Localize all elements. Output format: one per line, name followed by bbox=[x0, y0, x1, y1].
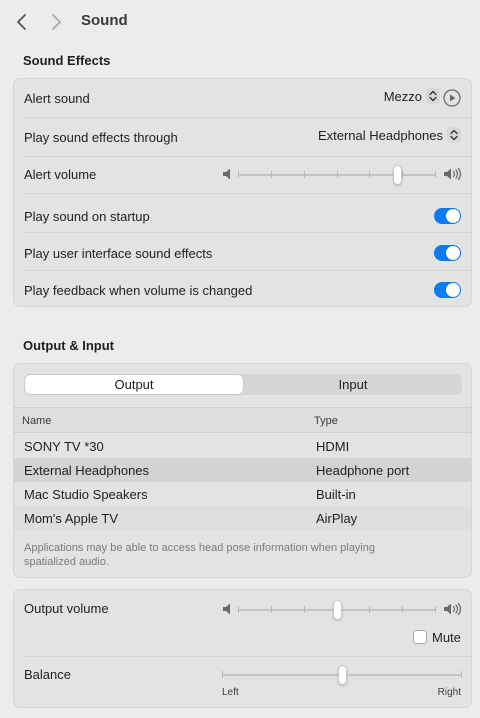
slider-thumb[interactable] bbox=[393, 165, 402, 185]
slider-tick bbox=[222, 671, 223, 678]
forward-button[interactable] bbox=[46, 11, 66, 33]
up-down-chevron-icon bbox=[447, 127, 461, 143]
slider-tick bbox=[238, 171, 239, 178]
table-row[interactable]: SONY TV *30 HDMI bbox=[14, 434, 471, 458]
mute-label: Mute bbox=[432, 630, 461, 645]
slider-tick bbox=[238, 606, 239, 613]
startup-label: Play sound on startup bbox=[24, 208, 150, 224]
device-type: AirPlay bbox=[316, 511, 358, 526]
spatial-audio-footnote: Applications may be able to access head … bbox=[24, 542, 375, 568]
speaker-high-icon bbox=[443, 167, 463, 184]
speaker-low-icon bbox=[222, 167, 234, 184]
slider-tick bbox=[435, 171, 436, 178]
output-input-card: Output Input Name Type SONY TV *30 HDMI … bbox=[13, 363, 472, 578]
ui-effects-row: Play user interface sound effects bbox=[24, 242, 461, 264]
balance-left-label: Left bbox=[222, 687, 239, 698]
slider-tick bbox=[369, 606, 370, 613]
toggle-knob bbox=[446, 209, 460, 223]
device-name: Mom's Apple TV bbox=[24, 511, 119, 526]
output-volume-label: Output volume bbox=[24, 600, 109, 616]
output-input-segmented-control: Output Input bbox=[24, 374, 462, 395]
device-type: HDMI bbox=[316, 439, 350, 454]
slider-thumb[interactable] bbox=[333, 600, 342, 620]
device-name: Mac Studio Speakers bbox=[24, 487, 148, 502]
slider-tick bbox=[461, 671, 462, 678]
sound-effects-card: Alert sound Mezzo Play sound effects thr… bbox=[13, 78, 472, 307]
slider-tick bbox=[369, 171, 370, 178]
table-header: Name Type bbox=[14, 407, 471, 433]
slider-tick bbox=[271, 171, 272, 178]
slider-tick bbox=[402, 606, 403, 613]
toggle-knob bbox=[446, 246, 460, 260]
table-row[interactable]: Mac Studio Speakers Built-in bbox=[14, 482, 471, 506]
divider bbox=[24, 232, 471, 233]
divider bbox=[24, 193, 471, 194]
window-title: Sound bbox=[81, 12, 128, 29]
speaker-low-icon bbox=[222, 602, 234, 619]
balance-label: Balance bbox=[24, 666, 71, 682]
slider-tick bbox=[402, 171, 403, 178]
alert-volume-label: Alert volume bbox=[24, 166, 97, 182]
ui-effects-label: Play user interface sound effects bbox=[24, 245, 213, 261]
divider bbox=[24, 270, 471, 271]
device-type: Headphone port bbox=[316, 463, 410, 478]
chevron-right-icon bbox=[52, 14, 61, 30]
up-down-chevron-icon bbox=[426, 88, 440, 104]
balance-right-label: Right bbox=[437, 687, 461, 698]
device-name: External Headphones bbox=[24, 463, 150, 478]
back-button[interactable] bbox=[12, 11, 32, 33]
slider-tick bbox=[304, 171, 305, 178]
divider bbox=[24, 117, 471, 118]
divider bbox=[24, 156, 471, 157]
play-through-value: External Headphones bbox=[317, 127, 443, 143]
device-name: SONY TV *30 bbox=[24, 439, 104, 454]
startup-toggle[interactable] bbox=[434, 208, 461, 224]
slider-tick bbox=[304, 606, 305, 613]
mute-checkbox[interactable] bbox=[413, 630, 427, 644]
device-type: Built-in bbox=[316, 487, 356, 502]
startup-row: Play sound on startup bbox=[24, 205, 461, 227]
toggle-knob bbox=[446, 283, 460, 297]
speaker-high-icon bbox=[443, 602, 463, 619]
tab-input[interactable]: Input bbox=[244, 374, 462, 395]
slider-tick bbox=[271, 606, 272, 613]
output-volume-card: Output volume Mute Balance Left Right bbox=[13, 589, 472, 708]
sound-effects-heading: Sound Effects bbox=[23, 53, 111, 68]
output-input-heading: Output & Input bbox=[23, 338, 114, 353]
balance-slider[interactable] bbox=[222, 664, 462, 686]
slider-tick bbox=[337, 171, 338, 178]
alert-volume-slider[interactable] bbox=[238, 164, 436, 186]
output-volume-slider[interactable] bbox=[238, 599, 436, 621]
alert-sound-value: Mezzo bbox=[383, 88, 422, 104]
column-header-name[interactable]: Name bbox=[22, 415, 51, 427]
play-circle-icon bbox=[443, 89, 461, 107]
feedback-row: Play feedback when volume is changed bbox=[24, 279, 461, 301]
chevron-left-icon bbox=[17, 14, 26, 30]
divider bbox=[24, 656, 471, 657]
play-alert-button[interactable] bbox=[443, 89, 461, 107]
table-row[interactable]: Mom's Apple TV AirPlay bbox=[14, 506, 471, 530]
ui-effects-toggle[interactable] bbox=[434, 245, 461, 261]
table-row[interactable]: External Headphones Headphone port bbox=[14, 458, 471, 482]
play-through-popup[interactable]: External Headphones bbox=[318, 127, 461, 143]
tab-output[interactable]: Output bbox=[25, 375, 243, 394]
alert-sound-label: Alert sound bbox=[24, 90, 90, 106]
slider-tick bbox=[435, 606, 436, 613]
toolbar: Sound bbox=[0, 0, 480, 44]
feedback-toggle[interactable] bbox=[434, 282, 461, 298]
column-header-type[interactable]: Type bbox=[314, 415, 338, 427]
alert-sound-popup[interactable]: Mezzo bbox=[384, 88, 440, 104]
play-through-label: Play sound effects through bbox=[24, 129, 178, 145]
feedback-label: Play feedback when volume is changed bbox=[24, 282, 253, 298]
slider-thumb[interactable] bbox=[338, 665, 347, 685]
